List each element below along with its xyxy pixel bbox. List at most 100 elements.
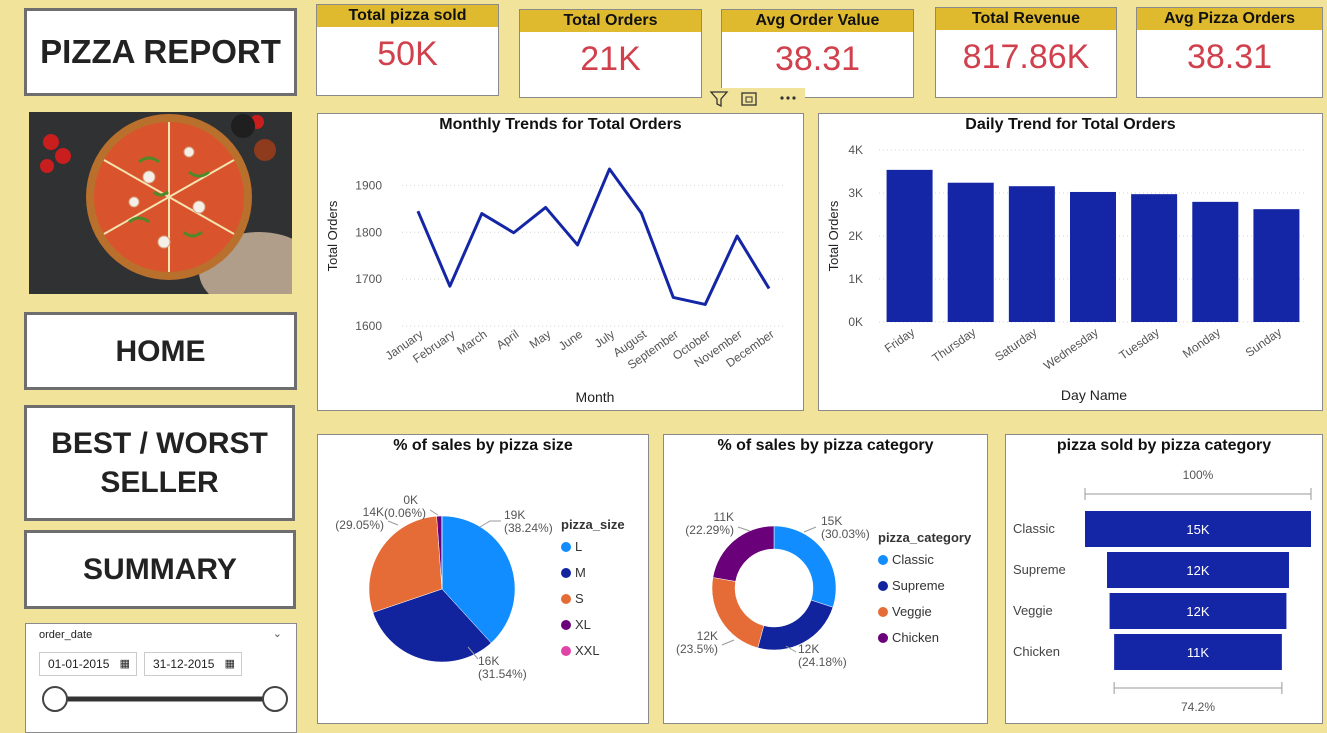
x-tick-label: Sunday: [1243, 325, 1284, 360]
focus-mode-icon[interactable]: [742, 93, 756, 105]
legend-marker: [878, 607, 888, 617]
kpi-label: Avg Order Value: [722, 10, 913, 32]
kpi-value: 50K: [317, 35, 498, 74]
monthly-trend-chart[interactable]: Monthly Trends for Total Orders 16001700…: [317, 113, 804, 411]
legend-item: Supreme: [892, 578, 945, 593]
data-label-value: 14K: [363, 505, 384, 519]
pizza-sold-by-category-chart[interactable]: pizza sold by pizza category 100%15KClas…: [1005, 434, 1323, 724]
summary-button[interactable]: SUMMARY: [24, 530, 296, 609]
legend-marker: [878, 555, 888, 565]
x-tick-label: April: [494, 327, 522, 352]
series-line: [418, 169, 769, 304]
bar: [1070, 192, 1116, 322]
y-tick-label: 1700: [355, 272, 382, 286]
legend-marker: [561, 620, 571, 630]
data-label-percent: (23.5%): [676, 642, 718, 656]
legend-marker: [561, 568, 571, 578]
kpi-value: 21K: [520, 40, 701, 79]
end-date-input[interactable]: 31-12-2015 ▦: [144, 652, 242, 676]
pizza-image: [29, 112, 292, 294]
home-button[interactable]: HOME: [24, 312, 297, 390]
leader-line: [738, 527, 750, 531]
slice: [758, 600, 833, 650]
funnel-category-label: Supreme: [1013, 562, 1066, 577]
funnel-category-label: Chicken: [1013, 644, 1060, 659]
slice: [712, 577, 764, 647]
y-tick-label: 4K: [848, 143, 863, 157]
report-title: PIZZA REPORT: [24, 8, 297, 96]
data-label-percent: (22.29%): [685, 523, 734, 537]
data-label-percent: (0.06%): [384, 506, 426, 520]
kpi-label: Total Orders: [520, 10, 701, 32]
legend-item: L: [575, 539, 582, 554]
top-percent-label: 100%: [1183, 468, 1214, 482]
sales-by-category-chart[interactable]: % of sales by pizza category 15K(30.03%)…: [663, 434, 988, 724]
kpi-label: Total pizza sold: [317, 5, 498, 27]
y-tick-label: 1600: [355, 319, 382, 333]
x-axis-label: Month: [576, 389, 615, 405]
date-range-slider[interactable]: [26, 682, 298, 722]
data-label-value: 12K: [697, 629, 718, 643]
kpi-avg-order-value: Avg Order Value 38.31: [721, 9, 914, 98]
y-tick-label: 3K: [848, 186, 863, 200]
kpi-value: 817.86K: [936, 38, 1116, 77]
legend-item: Chicken: [892, 630, 939, 645]
chevron-down-icon[interactable]: ⌄: [273, 627, 282, 640]
legend-item: XL: [575, 617, 591, 632]
y-axis-label: Total Orders: [826, 200, 841, 271]
x-tick-label: March: [454, 327, 489, 358]
home-button-label: HOME: [116, 332, 206, 371]
legend-item: XXL: [575, 643, 600, 658]
data-label-percent: (29.05%): [335, 518, 384, 532]
x-tick-label: Thursday: [929, 325, 978, 365]
calendar-icon[interactable]: ▦: [225, 653, 235, 675]
legend-marker: [561, 594, 571, 604]
bar: [1192, 202, 1238, 322]
legend-marker: [561, 646, 571, 656]
best-worst-seller-button-label: BEST / WORST SELLER: [51, 424, 268, 502]
kpi-label: Total Revenue: [936, 8, 1116, 30]
legend-item: S: [575, 591, 584, 606]
x-tick-label: Saturday: [992, 325, 1039, 364]
data-label-value: 0K: [403, 493, 418, 507]
funnel-category-label: Classic: [1013, 521, 1055, 536]
start-date-input[interactable]: 01-01-2015 ▦: [39, 652, 137, 676]
funnel-category-label: Veggie: [1013, 603, 1053, 618]
leader-line: [480, 521, 501, 527]
kpi-avg-pizza-orders: Avg Pizza Orders 38.31: [1136, 7, 1323, 98]
y-tick-label: 2K: [848, 229, 863, 243]
legend-title: pizza_category: [878, 530, 972, 545]
x-tick-label: June: [556, 327, 586, 354]
leader-line: [722, 640, 734, 645]
filter-icon[interactable]: [711, 92, 727, 106]
funnel-bar-label: 12K: [1186, 604, 1209, 619]
legend-title: pizza_size: [561, 517, 625, 532]
daily-trend-chart[interactable]: Daily Trend for Total Orders 0K1K2K3K4KF…: [818, 113, 1323, 411]
range-end-handle[interactable]: [263, 687, 287, 711]
end-date-value: 31-12-2015: [153, 657, 214, 671]
sales-by-size-chart[interactable]: % of sales by pizza size 19K(38.24%)16K(…: [317, 434, 649, 724]
kpi-value: 38.31: [1137, 38, 1322, 77]
range-start-handle[interactable]: [43, 687, 67, 711]
best-worst-seller-button[interactable]: BEST / WORST SELLER: [24, 405, 295, 521]
kpi-total-revenue: Total Revenue 817.86K: [935, 7, 1117, 98]
leader-line: [388, 521, 398, 525]
legend-item: Veggie: [892, 604, 932, 619]
legend-marker: [878, 581, 888, 591]
start-date-value: 01-01-2015: [48, 657, 109, 671]
x-tick-label: Tuesday: [1116, 325, 1161, 363]
more-options-icon[interactable]: [780, 96, 795, 99]
kpi-total-pizza-sold: Total pizza sold 50K: [316, 4, 499, 96]
y-axis-label: Total Orders: [325, 200, 340, 271]
x-tick-label: Monday: [1180, 325, 1223, 361]
legend-marker: [878, 633, 888, 643]
visual-header-toolbar: [707, 88, 805, 110]
leader-line: [804, 527, 816, 532]
calendar-icon[interactable]: ▦: [120, 653, 130, 675]
x-tick-label: May: [527, 327, 554, 351]
data-label-percent: (24.18%): [798, 655, 847, 669]
data-label-value: 15K: [821, 514, 842, 528]
x-tick-label: Wednesday: [1041, 325, 1101, 373]
bar: [1131, 194, 1177, 322]
bar: [1009, 186, 1055, 322]
